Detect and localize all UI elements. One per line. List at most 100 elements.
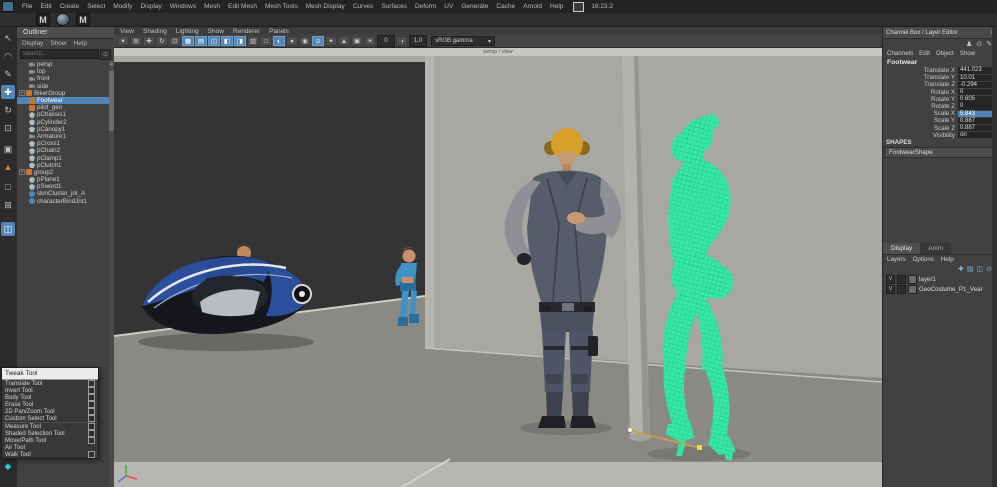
camera-menu-icon[interactable]: ▾ [117, 36, 129, 46]
screen-space-ao-icon[interactable]: ▥ [247, 36, 259, 46]
menu-uv[interactable]: UV [440, 3, 457, 10]
tool-list-item[interactable]: Shaded Selection Tool [2, 430, 98, 437]
outliner-search-input[interactable] [20, 49, 99, 59]
tool-list-item[interactable]: Move/Path Tool [2, 437, 98, 444]
vp-menu-lighting[interactable]: Lighting [176, 28, 199, 35]
outliner-item[interactable]: pCross1 [17, 140, 109, 147]
gamma-icon[interactable]: ◑ [396, 36, 408, 46]
cb-menu-object[interactable]: Object [936, 50, 954, 57]
menu-select[interactable]: Select [83, 3, 109, 10]
move-snap-icon[interactable]: ✚ [143, 36, 155, 46]
tool-list-item[interactable]: Invert Tool [2, 387, 98, 394]
outliner-item[interactable]: pClutch1 [17, 162, 109, 169]
expander-icon[interactable]: + [19, 90, 25, 96]
tool-options-checkbox[interactable] [88, 401, 95, 408]
cb-menu-show[interactable]: Show [960, 50, 975, 57]
tool-list-item[interactable]: Measure Tool [2, 422, 98, 430]
tool-options-checkbox[interactable] [88, 415, 95, 422]
lasso-tool-icon[interactable]: ◠ [1, 49, 15, 63]
attr-value-field[interactable]: 0.887 [958, 118, 994, 124]
vp-menu-panels[interactable]: Panels [269, 28, 289, 35]
menu-modify[interactable]: Modify [109, 3, 136, 10]
layer-menu-options[interactable]: Options [913, 256, 934, 263]
tool-list-item[interactable]: Erase Tool [2, 401, 98, 408]
menu-surfaces[interactable]: Surfaces [377, 3, 411, 10]
viewport-3d-scene[interactable] [114, 56, 882, 487]
vp-menu-shading[interactable]: Shading [143, 28, 167, 35]
menu-mesh-display[interactable]: Mesh Display [302, 3, 349, 10]
isolate-select-icon[interactable]: ◉ [299, 36, 311, 46]
workspace-icon[interactable] [573, 2, 584, 12]
attr-value-field[interactable]: 441.023 [958, 67, 994, 73]
layer-playback-toggle[interactable] [897, 275, 906, 284]
expander-icon[interactable]: + [19, 169, 25, 175]
vp-menu-view[interactable]: View [120, 28, 134, 35]
shadows-icon[interactable]: ◨ [234, 36, 246, 46]
depth-of-field-icon[interactable]: ● [286, 36, 298, 46]
attr-value-field[interactable]: on [958, 132, 994, 138]
joints-xray-icon[interactable]: ✦ [325, 36, 337, 46]
tool-options-checkbox[interactable] [88, 408, 95, 415]
menu-file[interactable]: File [18, 3, 36, 10]
outliner-tab[interactable]: Outliner [17, 27, 114, 39]
bookmark-icon[interactable]: ▣ [351, 36, 363, 46]
tool-options-checkbox[interactable] [88, 430, 95, 437]
outliner-item[interactable]: pChain2 [17, 147, 109, 154]
outliner-item[interactable]: side [17, 83, 109, 90]
filter-icon[interactable]: ⊙ [100, 49, 111, 60]
menu-display[interactable]: Display [136, 3, 165, 10]
select-tool-icon[interactable]: ↖ [1, 31, 15, 45]
attr-value-field[interactable]: 0.887 [958, 125, 994, 131]
scale-snap-icon[interactable]: ⊡ [169, 36, 181, 46]
view-transform-dropdown[interactable]: sRGB gamma ▾ [431, 36, 495, 46]
exposure-field[interactable]: 0 [377, 35, 395, 47]
layer-row[interactable]: V GeoCostume_P1_Vear [883, 284, 996, 294]
outliner-item[interactable]: top [17, 68, 109, 75]
outliner-menu-help[interactable]: Help [74, 40, 87, 47]
rotate-tool-icon[interactable]: ↻ [1, 103, 15, 117]
tool-options-checkbox[interactable] [88, 394, 95, 401]
layer-row[interactable]: V layer1 [883, 274, 996, 284]
multisample-aa-icon[interactable]: ◐ [273, 36, 285, 46]
tool-list-header[interactable]: Tweak Tool [2, 368, 98, 380]
character-tool-icon[interactable]: ▲ [1, 160, 15, 174]
tool-list-item[interactable]: Air Tool [2, 444, 98, 451]
outliner-item[interactable]: characterBindJnt1 [17, 198, 109, 205]
outliner-item[interactable]: pChassis1 [17, 111, 109, 118]
outliner-item[interactable]: pSword1 [17, 183, 109, 190]
last-tool-icon[interactable]: ▣ [1, 142, 15, 156]
layout-persp-outliner-icon[interactable]: ◫ [1, 222, 15, 236]
outliner-item[interactable]: +group2 [17, 169, 109, 176]
outliner-menu-show[interactable]: Show [50, 40, 66, 47]
sphere-icon[interactable] [56, 13, 70, 26]
outliner-item[interactable]: pCylinder2 [17, 119, 109, 126]
menu-generate[interactable]: Generate [457, 3, 492, 10]
layout-four-pane-icon[interactable]: ⊞ [1, 198, 15, 212]
outliner-item[interactable]: pilot_geo [17, 104, 109, 111]
attr-value-field-active[interactable]: 5.843 [958, 111, 994, 117]
menu-edit[interactable]: Edit [36, 3, 55, 10]
outliner-menu-display[interactable]: Display [22, 40, 43, 47]
new-layer-selected-icon[interactable]: ▤ [967, 265, 974, 273]
paint-select-tool-icon[interactable]: ✎ [1, 67, 15, 81]
move-layer-icon[interactable]: ◫ [977, 265, 984, 273]
shaded-mode-icon[interactable]: ▤ [195, 36, 207, 46]
cb-menu-edit[interactable]: Edit [919, 50, 930, 57]
lighting-icon[interactable]: ☀ [364, 36, 376, 46]
textured-mode-icon[interactable]: ◫ [208, 36, 220, 46]
gamma-field[interactable]: 1.0 [409, 35, 427, 47]
tool-list-item[interactable]: Walk Tool [2, 451, 98, 458]
move-tool-icon[interactable]: ✚ [1, 85, 15, 99]
tool-options-checkbox[interactable] [88, 423, 95, 430]
outliner-item[interactable]: skinCluster_jnt_A [17, 190, 109, 197]
motion-blur-icon[interactable]: □ [260, 36, 272, 46]
maya-m-icon[interactable]: M [36, 13, 50, 26]
layer-visibility-toggle[interactable]: V [886, 285, 895, 294]
tool-options-checkbox[interactable] [88, 437, 95, 444]
tool-list-item[interactable]: Translate Tool [2, 380, 98, 387]
cb-menu-channels[interactable]: Channels [887, 50, 913, 57]
menu-curves[interactable]: Curves [349, 3, 378, 10]
attr-value-field[interactable]: -0.294 [958, 82, 994, 88]
display-toggle-icon[interactable]: ⊙ [976, 40, 982, 48]
outliner-item[interactable]: +BikerGroup [17, 90, 109, 97]
